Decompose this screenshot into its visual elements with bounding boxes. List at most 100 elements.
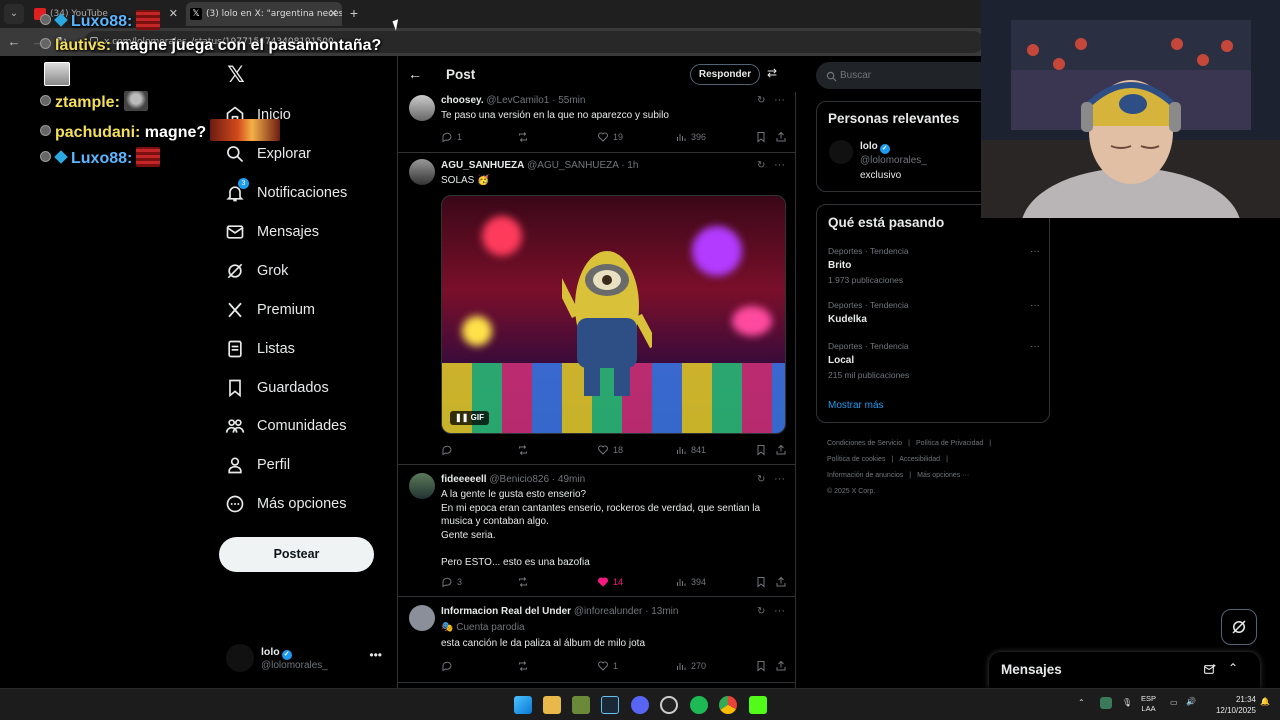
views-action[interactable]: 270 — [675, 659, 706, 673]
bookmark-action[interactable] — [755, 130, 771, 144]
search-input[interactable]: Buscar — [816, 62, 996, 89]
views-action[interactable]: 396 — [675, 130, 706, 144]
more-dots-icon[interactable]: ··· — [1030, 341, 1040, 352]
nav-item-notificaciones[interactable]: 3 Notificaciones — [224, 177, 347, 209]
new-message-icon[interactable] — [1203, 663, 1216, 681]
messages-drawer[interactable]: Mensajes ⌃ — [989, 652, 1260, 688]
chrome-icon[interactable] — [719, 696, 737, 714]
bookmark-action[interactable] — [755, 659, 771, 673]
nav-item-mas-opciones[interactable]: Más opciones — [224, 488, 346, 520]
more-dots-icon[interactable]: ••• — [369, 648, 382, 662]
trend-item[interactable]: Deportes · Tendencia Kudelka ··· — [828, 300, 1040, 325]
like-action[interactable]: 19 — [597, 130, 623, 144]
avatar[interactable] — [829, 140, 853, 164]
more-dots-icon[interactable]: ··· — [774, 605, 785, 617]
grok-icon[interactable]: ↻ — [757, 606, 765, 617]
reply-button[interactable]: Responder — [690, 64, 760, 85]
account-switcher[interactable]: lolo ✓ @lolomorales_ ••• — [226, 642, 386, 674]
share-action[interactable] — [775, 443, 791, 457]
reply-tweet[interactable]: Informacion Real del Under @inforealunde… — [398, 597, 796, 683]
reply-action[interactable] — [441, 443, 457, 457]
nav-item-guardados[interactable]: Guardados — [224, 372, 329, 404]
reply-action[interactable]: 3 — [441, 575, 462, 589]
volume-icon[interactable]: 🔊 — [1186, 697, 1196, 720]
grok-icon[interactable]: ↻ — [757, 474, 765, 485]
bookmark-action[interactable] — [755, 575, 771, 589]
nav-item-comunidades[interactable]: Comunidades — [224, 410, 346, 442]
reply-action[interactable] — [441, 659, 457, 673]
clock[interactable]: 21:34 12/10/2025 — [1204, 694, 1256, 716]
nav-item-premium[interactable]: Premium — [224, 294, 315, 326]
nav-item-perfil[interactable]: Perfil — [224, 449, 290, 481]
app-icon[interactable] — [572, 696, 590, 714]
grok-icon[interactable]: ↻ — [757, 160, 765, 171]
avatar[interactable] — [409, 605, 435, 631]
microphone-icon[interactable]: 🎙 — [1122, 698, 1132, 720]
browser-tab-x[interactable]: 𝕏 (3) lolo en X: "argentina necesit... ✕ — [186, 2, 342, 26]
tweet-author-name[interactable]: fideeeeell — [441, 474, 487, 485]
tweet-author-name[interactable]: Informacion Real del Under — [441, 606, 571, 617]
repost-action[interactable] — [517, 659, 533, 673]
avatar[interactable] — [409, 159, 435, 185]
show-more-link[interactable]: Mostrar más — [828, 400, 884, 411]
repost-action[interactable] — [517, 443, 533, 457]
post-button[interactable]: Postear — [219, 537, 374, 572]
back-arrow-icon[interactable]: ← — [4, 32, 24, 52]
footer-link[interactable]: Política de cookies — [827, 456, 885, 463]
discord-icon[interactable] — [631, 696, 649, 714]
grok-icon[interactable]: ↻ — [757, 95, 765, 106]
close-tab-icon[interactable]: ✕ — [169, 2, 178, 26]
x-logo-icon[interactable]: 𝕏 — [224, 64, 248, 88]
spotify-icon[interactable] — [690, 696, 708, 714]
footer-link[interactable]: Accesibilidad — [899, 456, 940, 463]
notification-bell-icon[interactable]: 🔔 — [1260, 697, 1270, 720]
tab-list-button[interactable]: ⌄ — [4, 4, 24, 24]
reply-action[interactable]: 1 — [441, 130, 462, 144]
grok-floating-button[interactable] — [1221, 609, 1257, 645]
views-action[interactable]: 394 — [675, 575, 706, 589]
like-action[interactable]: 14 — [597, 575, 623, 589]
back-arrow-icon[interactable]: ← — [408, 66, 422, 82]
nav-item-mensajes[interactable]: Mensajes — [224, 216, 319, 248]
windows-start-icon[interactable] — [514, 696, 532, 714]
reply-tweet[interactable]: fideeeeell @Benicio826 · 49min ↻ ··· A l… — [398, 465, 796, 597]
more-dots-icon[interactable]: ··· — [774, 94, 785, 106]
footer-link[interactable]: Política de Privacidad — [916, 440, 983, 447]
reply-tweet[interactable]: choosey. @LevCamilo1 · 55min ↻ ··· Te pa… — [398, 92, 796, 153]
tweet-author-name[interactable]: AGU_SANHUEZA — [441, 160, 524, 171]
avatar[interactable] — [409, 95, 435, 121]
gif-media[interactable]: ❚❚ GIF — [441, 195, 786, 434]
repost-action[interactable] — [517, 130, 533, 144]
file-explorer-icon[interactable] — [543, 696, 561, 714]
steam-icon[interactable] — [601, 696, 619, 714]
obs-icon[interactable] — [660, 696, 678, 714]
like-action[interactable]: 1 — [597, 659, 618, 673]
expand-up-icon[interactable]: ⌃ — [1228, 661, 1238, 675]
new-tab-button[interactable]: + — [346, 4, 362, 22]
more-dots-icon[interactable]: ··· — [774, 473, 785, 485]
nav-item-grok[interactable]: Grok — [224, 255, 288, 287]
trend-item[interactable]: Deportes · Tendencia Local 215 mil publi… — [828, 341, 1040, 380]
footer-link[interactable]: Información de anuncios — [827, 472, 903, 479]
footer-link[interactable]: Más opciones ··· — [917, 472, 969, 479]
trend-item[interactable]: Deportes · Tendencia Brito 1.973 publica… — [828, 246, 1040, 285]
tweet-author-name[interactable]: choosey. — [441, 95, 484, 106]
nav-item-listas[interactable]: Listas — [224, 333, 295, 365]
gif-badge[interactable]: ❚❚ GIF — [450, 411, 489, 425]
tray-app-icon[interactable] — [1100, 697, 1112, 709]
share-action[interactable] — [775, 575, 791, 589]
share-action[interactable] — [775, 659, 791, 673]
kick-icon[interactable] — [749, 696, 767, 714]
reply-tweet[interactable]: AGU_SANHUEZA @AGU_SANHUEZA · 1h ↻ ··· SO… — [398, 153, 796, 465]
close-tab-icon[interactable]: ✕ — [329, 2, 338, 26]
footer-link[interactable]: Condiciones de Servicio — [827, 440, 902, 447]
repost-action[interactable] — [517, 575, 533, 589]
views-action[interactable]: 841 — [675, 443, 706, 457]
like-action[interactable]: 18 — [597, 443, 623, 457]
more-dots-icon[interactable]: ··· — [1030, 246, 1040, 257]
more-dots-icon[interactable]: ··· — [1030, 300, 1040, 311]
more-dots-icon[interactable]: ··· — [774, 159, 785, 171]
chevron-up-icon[interactable]: ⌃ — [1078, 698, 1085, 720]
share-action[interactable] — [775, 130, 791, 144]
sliders-icon[interactable]: ⇄ — [767, 66, 777, 80]
